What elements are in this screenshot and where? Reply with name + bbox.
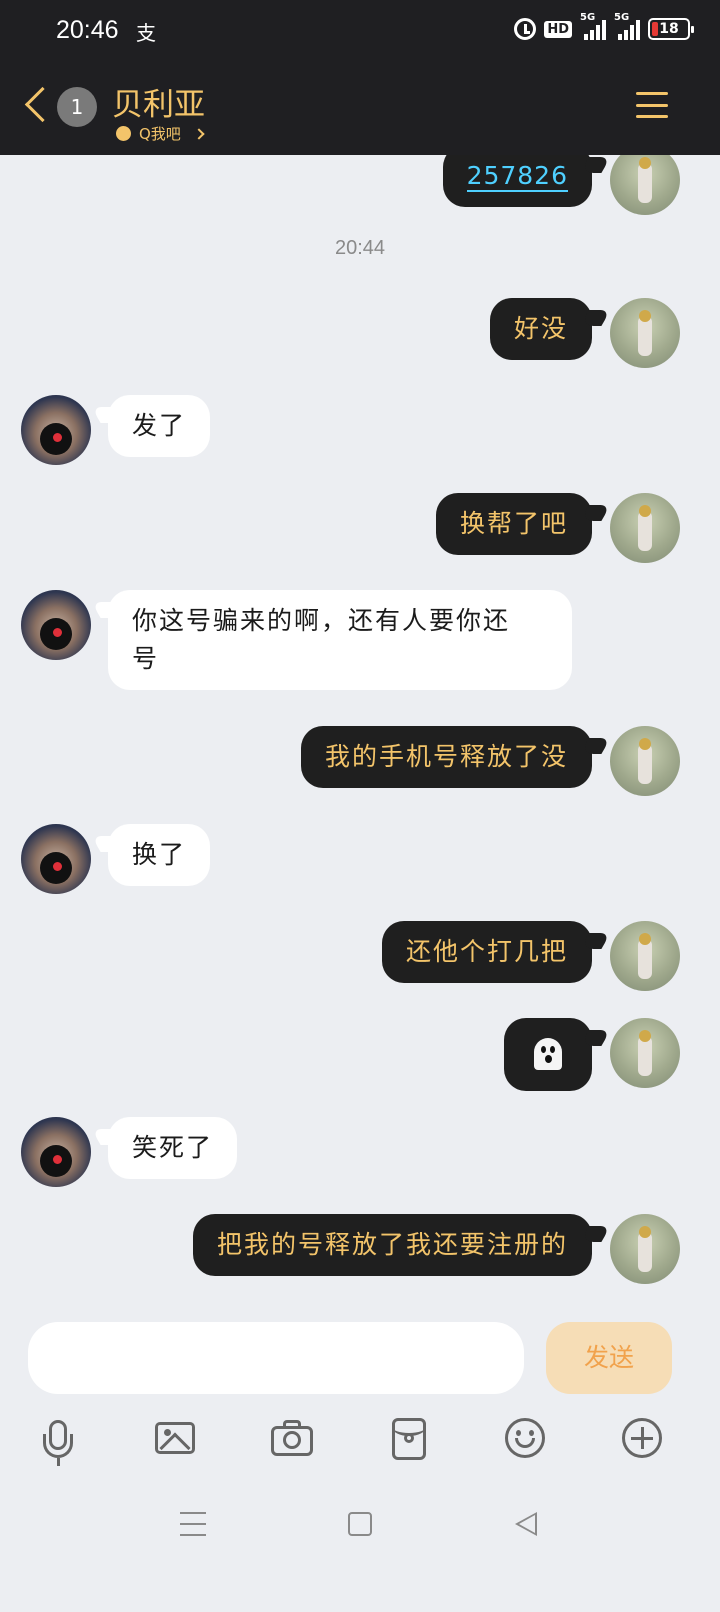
message-list[interactable]: 257826 20:44 好没 发了 换帮了吧 你这号骗来的啊，还有人要你还 号… [0,155,720,1305]
my-avatar[interactable] [610,726,680,796]
chevron-right-icon [193,127,205,140]
contact-status-text: Q我吧 [139,125,181,143]
my-avatar[interactable] [610,298,680,368]
status-icons: HD 5G 5G 18 [514,12,694,40]
back-nav-icon[interactable] [515,1512,537,1536]
battery-level: 18 [659,21,679,37]
alarm-icon [514,18,537,40]
message-timestamp: 20:44 [334,237,386,259]
red-packet-icon[interactable] [381,1410,441,1470]
message-input[interactable] [28,1322,524,1394]
contact-avatar[interactable] [21,395,91,465]
camera-icon[interactable] [264,1410,324,1470]
microphone-icon[interactable] [30,1410,90,1470]
message-text-line: 号 [132,644,160,673]
message-bubble-received[interactable]: 笑死了 [108,1117,238,1179]
image-icon[interactable] [147,1410,207,1470]
status-time: 20:46 [56,16,119,44]
system-nav-bar [0,1490,720,1580]
signal-label-2: 5G [614,12,630,23]
ghost-emoji-icon [528,1036,568,1074]
menu-button[interactable] [636,92,668,118]
my-avatar[interactable] [610,493,680,563]
alipay-status-icon: 支 [136,21,156,45]
message-bubble-received[interactable]: 你这号骗来的啊，还有人要你还 号 [108,590,572,690]
home-icon[interactable] [348,1512,372,1536]
emoji-icon[interactable] [497,1410,557,1470]
message-bubble-sent[interactable]: 把我的号释放了我还要注册的 [192,1214,592,1276]
message-bubble-received[interactable]: 发了 [108,395,211,457]
contact-avatar[interactable] [21,824,91,894]
message-bubble-sent[interactable]: 换帮了吧 [435,493,592,555]
message-text-line: 你这号骗来的啊，还有人要你还 [132,606,511,635]
message-bubble-sent[interactable]: 还他个打几把 [381,921,592,983]
unread-count-badge[interactable]: 1 [57,87,97,127]
smile-icon [116,126,131,141]
contact-avatar[interactable] [21,590,91,660]
message-bubble-sent[interactable]: 好没 [489,298,592,360]
status-bar: 20:46 支 HD 5G 5G 18 [0,0,720,64]
my-avatar[interactable] [610,1018,680,1088]
message-bubble-sent[interactable]: 257826 [442,155,592,207]
my-avatar[interactable] [610,155,680,215]
chat-header: 20:46 支 HD 5G 5G 18 1 贝利亚 Q我吧 [0,0,720,155]
composer-toolbar [0,1410,720,1470]
message-bubble-sent[interactable] [504,1018,592,1091]
message-bubble-received[interactable]: 换了 [108,824,211,886]
plus-icon[interactable] [614,1410,674,1470]
signal-5g-icon: 5G [580,12,606,40]
message-bubble-sent[interactable]: 我的手机号释放了没 [300,726,592,788]
my-avatar[interactable] [610,921,680,991]
contact-avatar[interactable] [21,1117,91,1187]
recent-apps-icon[interactable] [180,1512,206,1536]
signal-label: 5G [580,12,596,23]
signal-5g-icon-2: 5G [614,12,640,40]
send-button[interactable]: 发送 [546,1322,672,1394]
contact-name[interactable]: 贝利亚 [112,79,205,124]
message-link-code[interactable]: 257826 [466,161,568,192]
battery-icon: 18 [648,18,694,40]
contact-status[interactable]: Q我吧 [116,123,205,144]
hd-volte-icon: HD [544,20,572,38]
back-button[interactable] [22,88,52,124]
my-avatar[interactable] [610,1214,680,1284]
